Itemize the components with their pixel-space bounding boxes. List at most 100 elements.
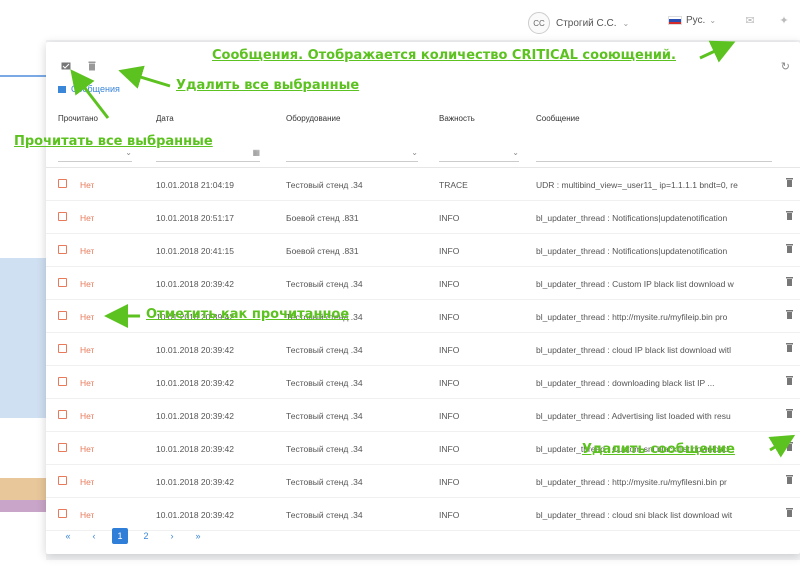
- delete-message-button[interactable]: [786, 343, 793, 355]
- user-name: Строгий С.С.: [556, 17, 617, 29]
- prev-page-button[interactable]: ‹: [86, 528, 102, 544]
- first-page-button[interactable]: «: [60, 528, 76, 544]
- refresh-button[interactable]: ↻: [781, 60, 790, 73]
- table-row[interactable]: Нет 10.01.2018 20:39:42 Тестовый стенд .34…: [46, 465, 800, 498]
- mark-read-link[interactable]: Нет: [80, 213, 94, 223]
- message-filter[interactable]: [536, 144, 772, 162]
- row-severity: INFO: [439, 477, 460, 487]
- row-date: 10.01.2018 20:39:42: [156, 345, 234, 355]
- delete-message-button[interactable]: [786, 277, 793, 289]
- row-date: 10.01.2018 20:39:42: [156, 444, 234, 454]
- trash-icon: [786, 409, 793, 418]
- row-checkbox[interactable]: [58, 476, 67, 485]
- row-message: bl_updater_thread : cloud sni black list…: [536, 510, 733, 520]
- background-chart-area: [0, 500, 46, 512]
- table-row[interactable]: Нет 10.01.2018 21:04:19 Тестовый стенд .34…: [46, 168, 800, 201]
- table-row[interactable]: Нет 10.01.2018 20:51:17 Боевой стенд .831 I…: [46, 201, 800, 234]
- tab-label: Сообщения: [71, 84, 120, 94]
- row-checkbox[interactable]: [58, 179, 67, 188]
- row-checkbox[interactable]: [58, 377, 67, 386]
- column-message[interactable]: Сообщение: [536, 114, 580, 123]
- row-checkbox[interactable]: [58, 410, 67, 419]
- page-2-button[interactable]: 2: [138, 528, 154, 544]
- row-date: 10.01.2018 20:39:42: [156, 378, 234, 388]
- trash-icon: [786, 178, 793, 187]
- delete-message-button[interactable]: [786, 310, 793, 322]
- column-severity[interactable]: Важность: [439, 114, 475, 123]
- delete-message-button[interactable]: [786, 244, 793, 256]
- delete-message-button[interactable]: [786, 409, 793, 421]
- row-equipment: Тестовый стенд .34: [286, 279, 363, 289]
- row-message: bl_updater_thread : cloud IP black list …: [536, 345, 731, 355]
- mark-read-link[interactable]: Нет: [80, 279, 94, 289]
- language-selector[interactable]: Рус. ⌄: [668, 15, 716, 26]
- tab-messages[interactable]: Сообщения: [58, 84, 120, 94]
- page-1-button[interactable]: 1: [112, 528, 128, 544]
- mark-read-link[interactable]: Нет: [80, 510, 94, 520]
- row-message: bl_updater_thread : downloading black li…: [536, 378, 715, 388]
- mail-icon[interactable]: ✉: [742, 13, 758, 27]
- row-date: 10.01.2018 20:39:42: [156, 510, 234, 520]
- delete-all-button[interactable]: [86, 60, 98, 72]
- mark-read-link[interactable]: Нет: [80, 444, 94, 454]
- delete-message-button[interactable]: [786, 475, 793, 487]
- column-read[interactable]: Прочитано: [58, 114, 98, 123]
- row-severity: INFO: [439, 444, 460, 454]
- row-severity: INFO: [439, 510, 460, 520]
- row-severity: INFO: [439, 345, 460, 355]
- chevron-down-icon: ⌄: [512, 148, 519, 157]
- row-date: 10.01.2018 20:39:42: [156, 411, 234, 421]
- row-checkbox[interactable]: [58, 278, 67, 287]
- row-checkbox[interactable]: [58, 344, 67, 353]
- column-equipment[interactable]: Оборудование: [286, 114, 340, 123]
- row-equipment: Тестовый стенд .34: [286, 510, 363, 520]
- equipment-filter[interactable]: ⌄: [286, 144, 418, 162]
- table-row[interactable]: Нет 10.01.2018 20:39:42 Тестовый стенд .34…: [46, 333, 800, 366]
- severity-filter[interactable]: ⌄: [439, 144, 519, 162]
- row-message: bl_updater_thread : http://mysite.ru/myf…: [536, 312, 728, 322]
- pin-icon[interactable]: ✦: [776, 13, 792, 27]
- mark-read-link[interactable]: Нет: [80, 378, 94, 388]
- row-checkbox[interactable]: [58, 443, 67, 452]
- row-severity: INFO: [439, 411, 460, 421]
- row-checkbox[interactable]: [58, 212, 67, 221]
- trash-icon: [88, 61, 96, 71]
- mark-read-link[interactable]: Нет: [80, 312, 94, 322]
- row-equipment: Тестовый стенд .34: [286, 345, 363, 355]
- row-checkbox[interactable]: [58, 311, 67, 320]
- mark-read-link[interactable]: Нет: [80, 411, 94, 421]
- read-all-button[interactable]: [60, 60, 72, 72]
- delete-message-button[interactable]: [786, 178, 793, 190]
- trash-icon: [786, 244, 793, 253]
- table-row[interactable]: Нет 10.01.2018 20:41:15 Боевой стенд .831 I…: [46, 234, 800, 267]
- mark-read-link[interactable]: Нет: [80, 246, 94, 256]
- row-checkbox[interactable]: [58, 245, 67, 254]
- delete-message-button[interactable]: [786, 376, 793, 388]
- envelope-check-icon: [61, 62, 71, 70]
- trash-icon: [786, 277, 793, 286]
- user-menu[interactable]: CC Строгий С.С. ⌄: [528, 12, 629, 34]
- table-row[interactable]: Нет 10.01.2018 20:39:42 Тестовый стенд .34…: [46, 267, 800, 300]
- delete-message-button[interactable]: [786, 508, 793, 520]
- next-page-button[interactable]: ›: [164, 528, 180, 544]
- row-message: bl_updater_thread : http://mysite.ru/myf…: [536, 477, 727, 487]
- mark-read-link[interactable]: Нет: [80, 345, 94, 355]
- table-row[interactable]: Нет 10.01.2018 20:39:42 Тестовый стенд .34…: [46, 399, 800, 432]
- row-message: bl_updater_thread : Notifications|update…: [536, 246, 728, 256]
- mark-read-link[interactable]: Нет: [80, 180, 94, 190]
- table-row[interactable]: Нет 10.01.2018 20:39:42 Тестовый стенд .34…: [46, 366, 800, 399]
- messages-panel: ↻ Сообщения Прочитано Дата Оборудование …: [46, 42, 800, 554]
- delete-message-button[interactable]: [786, 211, 793, 223]
- row-message: bl_updater_thread : Custom IP black list…: [536, 279, 734, 289]
- column-date[interactable]: Дата: [156, 114, 174, 123]
- row-equipment: Тестовый стенд .34: [286, 411, 363, 421]
- annotation-mark-read: Отметить как прочитанное: [146, 307, 350, 322]
- row-checkbox[interactable]: [58, 509, 67, 518]
- row-date: 10.01.2018 21:04:19: [156, 180, 234, 190]
- trash-icon: [786, 310, 793, 319]
- last-page-button[interactable]: »: [190, 528, 206, 544]
- delete-message-button[interactable]: [786, 442, 793, 454]
- table-row[interactable]: Нет 10.01.2018 20:39:42 Тестовый стенд .34…: [46, 498, 800, 531]
- trash-icon: [786, 475, 793, 484]
- mark-read-link[interactable]: Нет: [80, 477, 94, 487]
